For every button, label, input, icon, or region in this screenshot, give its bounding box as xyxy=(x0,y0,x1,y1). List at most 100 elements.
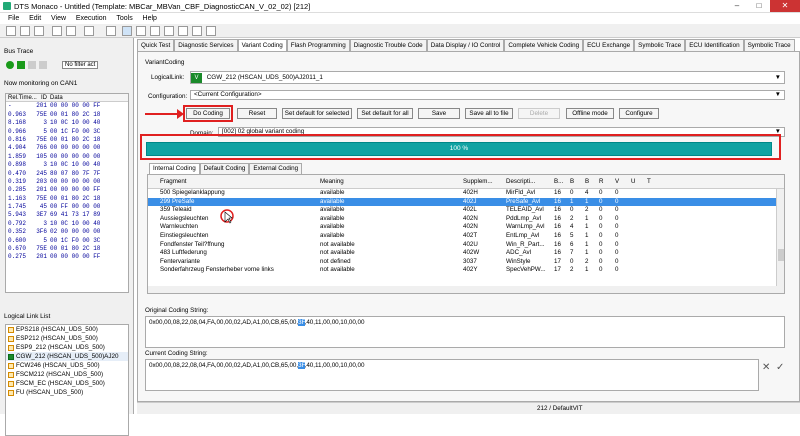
tab-diagnostic-services[interactable]: Diagnostic Services xyxy=(174,39,238,51)
filter-icon[interactable] xyxy=(39,61,47,69)
grid-column-header[interactable]: U xyxy=(631,175,647,188)
grid-vertical-scrollbar[interactable] xyxy=(776,189,784,293)
minimize-button[interactable]: – xyxy=(726,0,748,12)
cancel-icon[interactable]: ✕ xyxy=(762,362,770,373)
set-default-all-button[interactable]: Set default for all xyxy=(357,108,413,119)
confirm-icon[interactable]: ✓ xyxy=(776,362,784,373)
grid-column-header[interactable]: B xyxy=(570,175,585,188)
menu-tools[interactable]: Tools xyxy=(116,13,132,24)
trace-row[interactable]: 0.319 203 00 00 00 00 00 xyxy=(6,178,128,186)
table-row[interactable]: 359 Teleaid available 402L TELEAID_Avl 16 0 2 0… xyxy=(148,206,784,215)
logical-link-item[interactable]: EPS218 (HSCAN_UDS_500) xyxy=(6,325,128,334)
layout-1-icon[interactable] xyxy=(122,26,132,36)
tab-data-display-io-control[interactable]: Data Display / IO Control xyxy=(426,39,505,51)
new-icon[interactable] xyxy=(6,26,16,36)
grid-column-header[interactable]: Meaning xyxy=(320,175,463,188)
tab-variant-coding[interactable]: Variant Coding xyxy=(237,39,287,51)
tab-default-coding[interactable]: Default Coding xyxy=(199,163,250,174)
logical-link-combo[interactable]: V CGW_212 (HSCAN_UDS_500)AJ2011_1 ▼ xyxy=(190,71,785,84)
logical-link-item[interactable]: FCW246 (HSCAN_UDS_500) xyxy=(6,361,128,370)
pause-icon[interactable] xyxy=(17,61,25,69)
table-row[interactable]: 500 Spiegelanklappung available 402H MirFld… xyxy=(148,189,784,198)
help-icon[interactable] xyxy=(84,26,94,36)
set-default-selected-button[interactable]: Set default for selected xyxy=(282,108,352,119)
clear-icon[interactable] xyxy=(28,61,36,69)
logical-link-item[interactable]: FSCM_EC (HSCAN_UDS_500) xyxy=(6,379,128,388)
menu-help[interactable]: Help xyxy=(143,13,157,24)
table-row[interactable]: 299 PreSafe available 402J PreSafe_Avl 16 1 1 0… xyxy=(148,197,784,207)
grid-column-header[interactable]: B xyxy=(585,175,599,188)
table-row[interactable]: Fondfenster Teil?ffnung not available 402U… xyxy=(148,241,784,250)
menu-edit[interactable]: Edit xyxy=(29,13,41,24)
logical-link-item[interactable]: FSCM212 (HSCAN_UDS_500) xyxy=(6,370,128,379)
filter-status[interactable]: No filter act xyxy=(62,61,99,69)
logical-link-item[interactable]: ESP212 (HSCAN_UDS_500) xyxy=(6,334,128,343)
trace-row[interactable]: 0.792 3 10 0C 10 00 40 xyxy=(6,220,128,228)
trace-row[interactable]: 4.904 766 00 00 00 00 00 xyxy=(6,144,128,152)
trace-row[interactable]: 0.470 245 80 07 80 7F 7F xyxy=(6,170,128,178)
trace-row[interactable]: 0.600 5 00 1C F0 00 3C xyxy=(6,237,128,245)
maximize-button[interactable]: □ xyxy=(748,0,770,12)
connect-icon[interactable] xyxy=(106,26,116,36)
grid-column-header[interactable]: Fragment xyxy=(148,175,320,188)
offline-mode-button[interactable]: Offline mode xyxy=(566,108,614,119)
layout-3-icon[interactable] xyxy=(150,26,160,36)
trace-row[interactable]: 1.745 45 00 FF 00 00 00 xyxy=(6,203,128,211)
current-coding-string[interactable]: 0x00,00,08,22,08,04,FA,00,00,02,AD,A1,00… xyxy=(145,359,759,391)
tab-diagnostic-trouble-code[interactable]: Diagnostic Trouble Code xyxy=(349,39,427,51)
trace-row[interactable]: 8.168 3 10 0C 10 00 40 xyxy=(6,119,128,127)
grid-column-header[interactable]: V xyxy=(615,175,631,188)
bus-trace-table[interactable]: Rel.Time... ID Data -201 00 00 00 00 FF 0.963… xyxy=(5,93,129,293)
trace-row[interactable]: 0.963 75E 00 01 80 2C 18 xyxy=(6,111,128,119)
reset-button[interactable]: Reset xyxy=(237,108,277,119)
table-row[interactable]: Fentervariante not defined 3037 WinStyle 17 0… xyxy=(148,258,784,267)
trace-row[interactable]: 1.163 75E 00 01 80 2C 18 xyxy=(6,195,128,203)
trace-row[interactable]: 5.943 3E7 69 41 73 17 89 xyxy=(6,211,128,219)
configuration-combo[interactable]: <Current Configuration> ▼ xyxy=(190,90,785,100)
tab-flash-programming[interactable]: Flash Programming xyxy=(286,39,350,51)
delete-button[interactable]: Delete xyxy=(518,108,560,119)
table-row[interactable]: Einstiegsleuchten available 402T EntLmp_Avl… xyxy=(148,232,784,241)
grid-column-header[interactable]: T xyxy=(647,175,663,188)
table-row[interactable]: Warnleuchten available 402N WarnLmp_Avl 16 4 1… xyxy=(148,223,784,232)
layout-7-icon[interactable] xyxy=(206,26,216,36)
tab-complete-vehicle-coding[interactable]: Complete Vehicle Coding xyxy=(504,39,584,51)
menu-execution[interactable]: Execution xyxy=(76,13,107,24)
trace-row[interactable]: 1.859 105 00 00 00 00 00 xyxy=(6,153,128,161)
tab-internal-coding[interactable]: Internal Coding xyxy=(149,163,200,174)
grid-column-header[interactable]: Supplem... xyxy=(463,175,506,188)
grid-horizontal-scrollbar[interactable] xyxy=(148,286,778,293)
tab-external-coding[interactable]: External Coding xyxy=(249,163,303,174)
layout-2-icon[interactable] xyxy=(136,26,146,36)
save-all-to-file-button[interactable]: Save all to file xyxy=(465,108,513,119)
table-row[interactable]: Sonderfahrzeug Fensterheber vorne links n… xyxy=(148,266,784,275)
table-row[interactable]: Aussiegsleuchten available 402N PddLmp_Avl 1… xyxy=(148,215,784,224)
configure-button[interactable]: Configure xyxy=(619,108,659,119)
tab-ecu-exchange[interactable]: ECU Exchange xyxy=(583,39,635,51)
save-icon[interactable] xyxy=(34,26,44,36)
table-row[interactable]: 483 Luftfederung not available 402W ADC_Avl… xyxy=(148,249,784,258)
tab-ecu-identification[interactable]: ECU Identification xyxy=(685,39,744,51)
save-button[interactable]: Save xyxy=(418,108,460,119)
menu-file[interactable]: File xyxy=(8,13,19,24)
open-icon[interactable] xyxy=(20,26,30,36)
trace-row[interactable]: 0.898 3 10 0C 10 00 40 xyxy=(6,161,128,169)
logical-link-item[interactable]: FU (HSCAN_UDS_500) xyxy=(6,388,128,397)
grid-column-header[interactable]: R xyxy=(599,175,615,188)
trace-row[interactable]: 0.816 75E 00 01 80 2C 18 xyxy=(6,136,128,144)
tab-symbolic-trace[interactable]: Symbolic Trace xyxy=(634,39,686,51)
grid-column-header[interactable]: Descripti... xyxy=(506,175,554,188)
tab-symbolic-trace[interactable]: Symbolic Trace xyxy=(743,39,795,51)
tab-quick-test[interactable]: Quick Test xyxy=(137,39,175,51)
trace-row[interactable]: 0.275 201 00 00 00 00 FF xyxy=(6,253,128,261)
menu-view[interactable]: View xyxy=(51,13,66,24)
layout-6-icon[interactable] xyxy=(192,26,202,36)
logical-link-list[interactable]: EPS218 (HSCAN_UDS_500) ESP212 (HSCAN_UDS_… xyxy=(5,324,129,436)
preview-icon[interactable] xyxy=(66,26,76,36)
print-icon[interactable] xyxy=(52,26,62,36)
trace-row[interactable]: 0.352 3F6 02 00 00 00 00 xyxy=(6,228,128,236)
close-button[interactable]: ✕ xyxy=(770,0,800,12)
layout-4-icon[interactable] xyxy=(164,26,174,36)
layout-5-icon[interactable] xyxy=(178,26,188,36)
grid-column-header[interactable]: B... xyxy=(554,175,570,188)
